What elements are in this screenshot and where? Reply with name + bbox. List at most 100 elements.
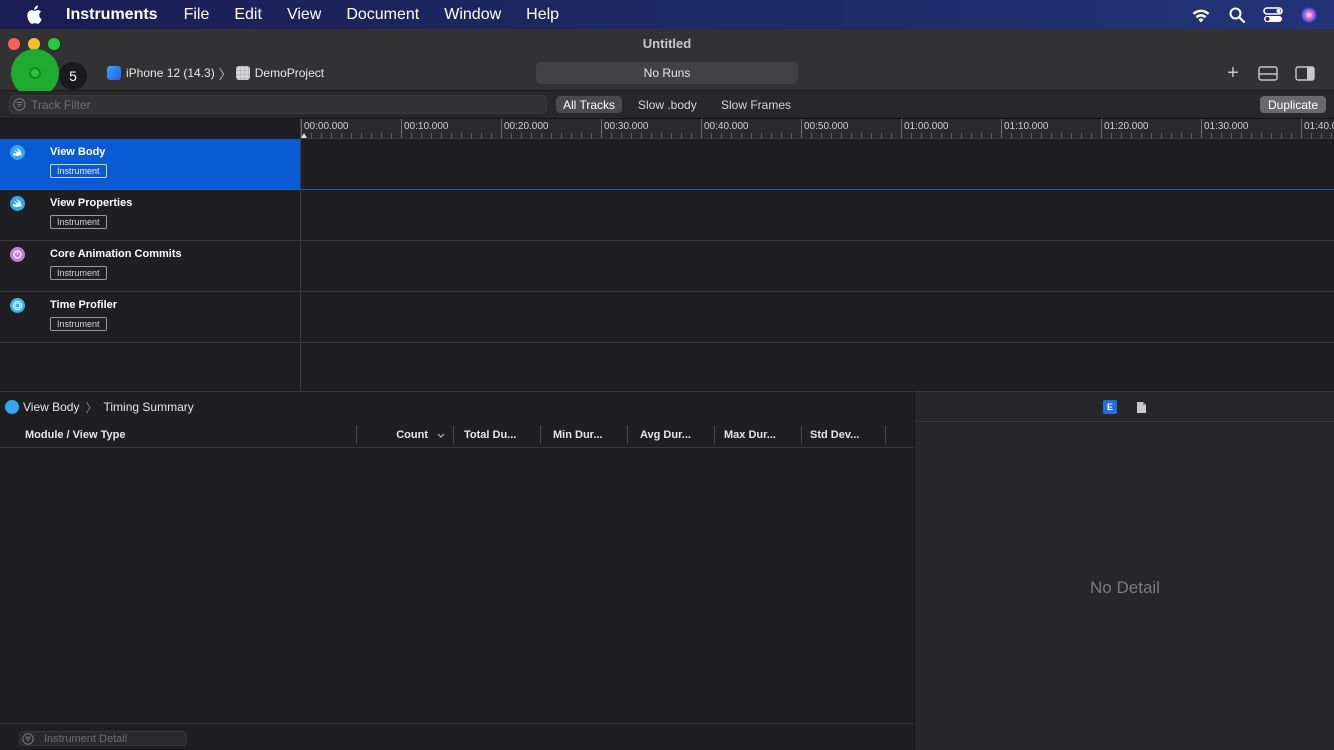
ruler-minor-tick [1331, 133, 1332, 138]
ruler-minor-tick [1021, 133, 1022, 138]
core-animation-icon [10, 247, 25, 262]
pause-button[interactable]: 5 [59, 62, 87, 90]
track-label-pane[interactable]: Core Animation Commits Instrument [0, 241, 300, 291]
ruler-minor-tick [351, 133, 352, 138]
track-label-pane[interactable]: View Properties Instrument [0, 190, 300, 240]
column-std-deviation[interactable]: Std Dev... [802, 426, 886, 444]
column-total-duration[interactable]: Total Du... [454, 426, 541, 444]
ruler-minor-tick [881, 133, 882, 138]
ruler-minor-tick [721, 133, 722, 138]
ruler-minor-tick [1051, 133, 1052, 138]
instrument-detail-filter-input[interactable]: Instrument Detail [19, 731, 187, 746]
timeline-ruler[interactable]: 00:00.000 00:10.000 00:20.000 00:30.000 00:4… [301, 119, 1334, 139]
filter-icon [22, 732, 34, 745]
ruler-minor-tick [431, 133, 432, 138]
ruler-minor-tick [971, 133, 972, 138]
column-min-duration[interactable]: Min Dur... [541, 426, 628, 444]
ruler-minor-tick [1121, 133, 1122, 138]
ruler-minor-tick [791, 133, 792, 138]
ruler-minor-tick [341, 133, 342, 138]
track-time-profiler[interactable]: Time Profiler Instrument [0, 292, 1334, 343]
ruler-minor-tick [631, 133, 632, 138]
ruler-minor-tick [871, 133, 872, 138]
ruler-minor-tick [911, 133, 912, 138]
column-max-duration[interactable]: Max Dur... [715, 426, 802, 444]
wifi-icon[interactable] [1190, 4, 1212, 26]
no-detail-message: No Detail [1090, 578, 1160, 597]
ruler-minor-tick [441, 133, 442, 138]
menu-app-name[interactable]: Instruments [66, 6, 158, 24]
column-module-view-type[interactable]: Module / View Type [25, 426, 357, 444]
toggle-detail-pane-button[interactable] [1257, 64, 1279, 82]
column-count[interactable]: Count [357, 426, 454, 444]
menu-document[interactable]: Document [346, 6, 419, 24]
record-icon [29, 67, 41, 79]
ruler-minor-tick [371, 133, 372, 138]
segment-all-tracks[interactable]: All Tracks [556, 96, 623, 113]
detail-pane: View Body 〉 Timing Summary Module / View… [0, 391, 914, 750]
track-name: Core Animation Commits [50, 248, 182, 260]
ruler-minor-tick [491, 133, 492, 138]
control-center-icon[interactable] [1262, 4, 1284, 26]
sort-descending-icon [437, 429, 445, 441]
duplicate-button[interactable]: Duplicate [1260, 96, 1326, 113]
record-button[interactable] [11, 49, 59, 97]
menu-file[interactable]: File [184, 6, 210, 24]
instrument-badge: Instrument [50, 164, 107, 178]
run-status[interactable]: No Runs [536, 62, 798, 84]
ruler-minor-tick [1181, 133, 1182, 138]
apple-icon[interactable] [26, 5, 44, 24]
ruler-minor-tick [421, 133, 422, 138]
menu-view[interactable]: View [287, 6, 321, 24]
ruler-minor-tick [461, 133, 462, 138]
ruler-minor-tick [691, 133, 692, 138]
siri-icon[interactable] [1298, 4, 1320, 26]
ruler-minor-tick [1041, 133, 1042, 138]
ruler-minor-tick [1071, 133, 1072, 138]
breadcrumb-view[interactable]: Timing Summary [104, 400, 194, 414]
ruler-minor-tick [411, 133, 412, 138]
add-instrument-button[interactable]: + [1224, 63, 1242, 83]
ruler-minor-tick [451, 133, 452, 138]
track-view-body[interactable]: View Body Instrument [0, 139, 1334, 190]
ruler-minor-tick [891, 133, 892, 138]
ruler-minor-tick [1131, 133, 1132, 138]
ruler-minor-tick [1321, 133, 1322, 138]
detail-footer: Instrument Detail [0, 723, 914, 750]
track-filter-placeholder: Track Filter [31, 97, 91, 112]
extended-detail-tab[interactable]: E [1103, 400, 1117, 414]
column-avg-duration[interactable]: Avg Dur... [628, 426, 715, 444]
track-view-properties[interactable]: View Properties Instrument [0, 190, 1334, 241]
document-icon[interactable] [1134, 400, 1148, 414]
track-label-pane[interactable]: View Body Instrument [0, 139, 300, 189]
ruler-minor-tick [541, 133, 542, 138]
chevron-right-icon: 〉 [85, 400, 98, 415]
ruler-minor-tick [931, 133, 932, 138]
menu-edit[interactable]: Edit [234, 6, 262, 24]
toggle-inspector-button[interactable] [1294, 64, 1316, 82]
ruler-minor-tick [711, 133, 712, 138]
instruments-window: Untitled 5 iPhone 12 (14.3) 〉 DemoProjec… [0, 29, 1334, 750]
instrument-badge: Instrument [50, 215, 107, 229]
spotlight-icon[interactable] [1226, 4, 1248, 26]
segment-slow-frames[interactable]: Slow Frames [714, 96, 798, 113]
ruler-minor-tick [771, 133, 772, 138]
track-core-animation-commits[interactable]: Core Animation Commits Instrument [0, 241, 1334, 292]
ruler-minor-tick [1061, 133, 1062, 138]
playhead-marker[interactable] [301, 133, 307, 138]
swiftui-icon [10, 145, 25, 160]
breadcrumb-instrument[interactable]: View Body [23, 400, 79, 414]
segment-slow-body[interactable]: Slow .body [631, 96, 704, 113]
target-selector[interactable]: iPhone 12 (14.3) 〉 DemoProject [107, 64, 324, 82]
track-filter-input[interactable]: Track Filter [9, 95, 547, 114]
menu-help[interactable]: Help [526, 6, 559, 24]
track-label-pane[interactable]: Time Profiler Instrument [0, 292, 300, 342]
ruler-minor-tick [391, 133, 392, 138]
ruler-minor-tick [1241, 133, 1242, 138]
track-pane-divider[interactable] [300, 119, 301, 391]
menu-window[interactable]: Window [444, 6, 501, 24]
ruler-minor-tick [1091, 133, 1092, 138]
ruler-minor-tick [1231, 133, 1232, 138]
ruler-minor-tick [621, 133, 622, 138]
table-header: Module / View Type Count Total Du... Min… [0, 422, 914, 448]
